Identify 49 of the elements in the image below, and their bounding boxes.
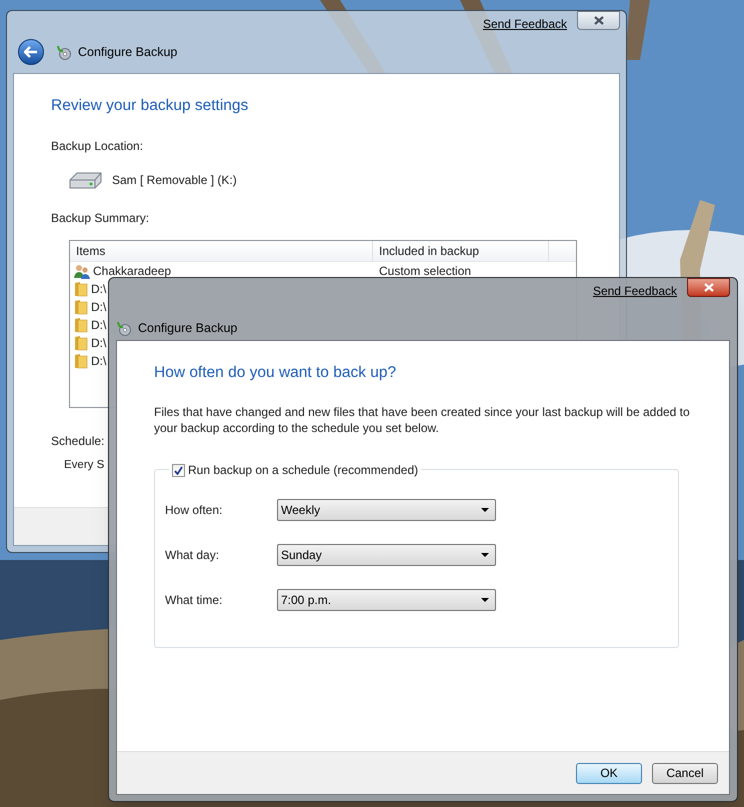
item-name: D:\ <box>91 317 106 334</box>
column-header: Items <box>70 241 373 262</box>
backup-icon <box>116 320 132 336</box>
item-name: D:\ <box>91 335 106 352</box>
folder-icon <box>74 335 88 352</box>
dialog-button[interactable]: Cancel <box>652 762 718 784</box>
back-button[interactable] <box>18 39 44 65</box>
item-name: D:\ <box>91 353 106 370</box>
window-title: Configure Backup <box>138 320 238 337</box>
schedule-value: Every S <box>64 458 104 474</box>
item-name: D:\ <box>91 299 106 316</box>
close-button[interactable] <box>687 278 730 297</box>
folder-icon <box>74 317 88 334</box>
section-label: Backup Location: <box>51 138 144 156</box>
column-header: Included in backup <box>373 241 549 262</box>
description-text: Files that have changed and new files that have been created since your last backup will be added to your backup according to the schedule you set below. <box>154 404 691 436</box>
folder-icon <box>74 299 88 316</box>
drive-name: Sam [ Removable ] (K:) <box>112 172 237 190</box>
folder-icon <box>74 353 88 370</box>
dropdown-arrow-icon <box>481 598 489 602</box>
back-arrow-icon <box>24 46 38 58</box>
send-feedback-link[interactable]: Send Feedback <box>482 15 567 33</box>
page-heading: Review your backup settings <box>51 96 250 116</box>
check-icon <box>174 466 183 475</box>
section-label: Backup Summary: <box>51 210 150 228</box>
field-label: What day: <box>165 547 220 564</box>
item-name: D:\ <box>91 281 106 298</box>
field-label: How often: <box>165 502 224 520</box>
backup-icon <box>56 44 72 60</box>
dropdown[interactable]: Sunday <box>277 544 496 566</box>
window-title: Configure Backup <box>78 44 178 61</box>
page-heading: How often do you want to back up? <box>154 363 398 383</box>
table-cell-text: Custom selection <box>378 263 472 280</box>
dialog-button[interactable]: OK <box>576 762 642 784</box>
section-label: Schedule: <box>51 433 106 450</box>
folder-icon <box>74 281 88 298</box>
send-feedback-link[interactable]: Send Feedback <box>592 282 677 300</box>
dropdown[interactable]: Weekly <box>277 499 496 522</box>
close-button[interactable] <box>577 11 620 30</box>
users-icon <box>74 264 90 279</box>
close-icon <box>594 16 604 25</box>
item-name: Chakkaradeep <box>93 263 172 280</box>
dropdown[interactable]: 7:00 p.m. <box>277 589 496 612</box>
dropdown-arrow-icon <box>481 508 489 512</box>
field-label: What time: <box>165 592 224 610</box>
close-icon <box>704 283 714 292</box>
drive-icon <box>69 171 102 190</box>
dropdown-arrow-icon <box>481 553 489 558</box>
schedule-checkbox[interactable]: Run backup on a schedule (recommended) <box>169 461 422 480</box>
